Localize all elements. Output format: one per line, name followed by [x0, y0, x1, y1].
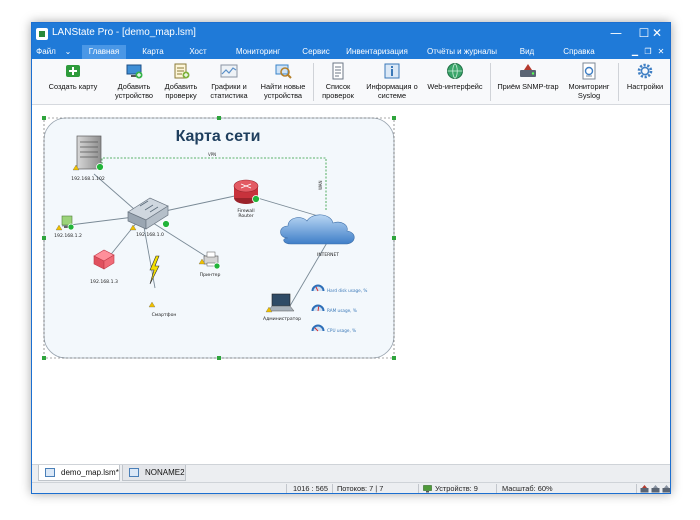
toolbar-separator [490, 63, 491, 101]
device-label: 192.168.1.102 [71, 176, 105, 182]
window-title: LANState Pro - [demo_map.lsm] [52, 27, 196, 38]
toolbar-separator [313, 63, 314, 101]
mdi-restore-button[interactable]: ❐ [643, 47, 653, 57]
title-bar: LANState Pro - [demo_map.lsm] — ☐ ✕ [32, 23, 670, 45]
selection-handle[interactable] [42, 356, 46, 360]
menu-home[interactable]: Главная [82, 45, 126, 59]
device-label: Принтер [200, 272, 221, 278]
status-separator [286, 484, 287, 493]
document-tabs: demo_map.lsm* NONAME2 [32, 464, 670, 482]
globe-icon [447, 63, 463, 79]
minimize-button[interactable]: — [602, 23, 630, 45]
create-map-icon [66, 65, 80, 77]
status-ok-icon [252, 195, 260, 203]
device-label: 192.168.1.3 [90, 279, 118, 285]
graphs-stats-button[interactable]: Графики и статистика [206, 59, 252, 105]
map-canvas[interactable]: Карта сети VPN WAN 192.168.1.102 192.168… [32, 106, 670, 464]
snmp-status-icon[interactable] [640, 485, 649, 493]
gauge-label: RAM usage, % [327, 308, 357, 313]
close-button[interactable]: ✕ [644, 23, 670, 45]
vpn-link-label: VPN [208, 152, 216, 157]
network-map[interactable]: Карта сети VPN WAN 192.168.1.102 192.168… [32, 106, 670, 464]
status-ok-icon [96, 163, 104, 171]
selection-handle[interactable] [217, 116, 221, 120]
selection-handle[interactable] [42, 236, 46, 240]
add-check-button[interactable]: Добавить проверку [158, 59, 204, 105]
status-separator [332, 484, 333, 493]
snmp-trap-icon [520, 64, 536, 77]
device-label: 192.168.1.2 [54, 233, 82, 239]
gauge-dial [311, 324, 325, 332]
mdi-close-button[interactable]: ✕ [656, 47, 666, 57]
status-coords: 1016 : 565 [293, 484, 328, 493]
graph-icon [220, 64, 238, 78]
status-bar: 1016 : 565 Потоков: 7 | 7 Устройств: 9 М… [32, 482, 671, 493]
status-devices: Устройств: 9 [435, 484, 478, 493]
web-interface-button[interactable]: Web-интерфейс [424, 59, 486, 105]
menu-map[interactable]: Карта [136, 45, 170, 59]
laptop-icon [271, 293, 291, 307]
selection-handle[interactable] [42, 116, 46, 120]
device-label: 192.168.1.0 [136, 232, 164, 238]
add-device-button[interactable]: Добавить устройство [108, 59, 160, 105]
syslog-status-icon[interactable] [662, 485, 671, 493]
map-title: Карта сети [176, 128, 261, 145]
find-devices-icon [275, 64, 292, 79]
gauge-label: CPU usage, % [327, 328, 356, 333]
menu-quick-access[interactable]: ⌄ [62, 45, 74, 59]
device-label: Firewall Router [237, 208, 254, 219]
status-separator [496, 484, 497, 493]
wan-link-label: WAN [318, 181, 323, 190]
tab-noname2[interactable]: NONAME2 [122, 465, 186, 481]
status-threads: Потоков: 7 | 7 [337, 484, 384, 493]
ribbon-toolbar: Создать карту Добавить устройство Добави… [32, 59, 670, 105]
add-device-icon [126, 64, 143, 79]
system-info-icon [384, 63, 400, 79]
status-scale: Масштаб: 60% [502, 484, 553, 493]
menu-reports[interactable]: Отчёты и журналы [422, 45, 502, 59]
selection-handle[interactable] [392, 356, 396, 360]
system-info-button[interactable]: Информация о системе [362, 59, 422, 105]
selection-handle[interactable] [392, 116, 396, 120]
devices-monitor-icon [423, 485, 432, 493]
syslog-monitor-button[interactable]: Мониторинг Syslog [562, 59, 616, 105]
app-icon [36, 28, 48, 40]
menu-help[interactable]: Справка [558, 45, 600, 59]
tab-demo-map[interactable]: demo_map.lsm* [38, 465, 120, 481]
app-window: LANState Pro - [demo_map.lsm] — ☐ ✕ Файл… [31, 22, 671, 494]
gear-icon [637, 63, 653, 79]
menu-host[interactable]: Хост [184, 45, 212, 59]
status-separator [418, 484, 419, 493]
create-map-button[interactable]: Создать карту [42, 59, 104, 105]
menu-view[interactable]: Вид [516, 45, 538, 59]
selection-handle[interactable] [217, 356, 221, 360]
snmp-trap-button[interactable]: Приём SNMP-trap [494, 59, 562, 105]
device-label: Администратор [263, 316, 301, 322]
settings-button[interactable]: Настройки [624, 59, 666, 105]
checks-list-button[interactable]: Список проверок [316, 59, 360, 105]
map-file-icon [45, 468, 55, 477]
mdi-minimize-button[interactable]: ▁ [630, 47, 640, 57]
menu-file[interactable]: Файл [34, 45, 58, 59]
device-label: Смартфон [152, 312, 177, 318]
device-label: INTERNET [317, 252, 339, 258]
checklist-icon [332, 62, 344, 80]
map-file-icon [129, 468, 139, 477]
menu-service[interactable]: Сервис [296, 45, 336, 59]
find-new-devices-button[interactable]: Найти новые устройства [256, 59, 310, 105]
menu-bar: Файл ⌄ Главная Карта Хост Мониторинг Сер… [32, 45, 670, 59]
gauge-label: Hard disk usage, % [327, 288, 367, 293]
menu-monitoring[interactable]: Мониторинг [230, 45, 286, 59]
menu-inventory[interactable]: Инвентаризация [344, 45, 410, 59]
status-ok-icon [67, 223, 75, 231]
selection-handle[interactable] [392, 236, 396, 240]
status-ok-icon [162, 220, 170, 228]
toolbar-separator [618, 63, 619, 101]
syslog-icon [582, 62, 596, 80]
status-separator [636, 484, 637, 493]
trap-status-icon[interactable] [651, 485, 660, 493]
add-check-icon [174, 63, 190, 79]
server-icon [76, 135, 102, 170]
status-ok-icon [213, 262, 221, 270]
